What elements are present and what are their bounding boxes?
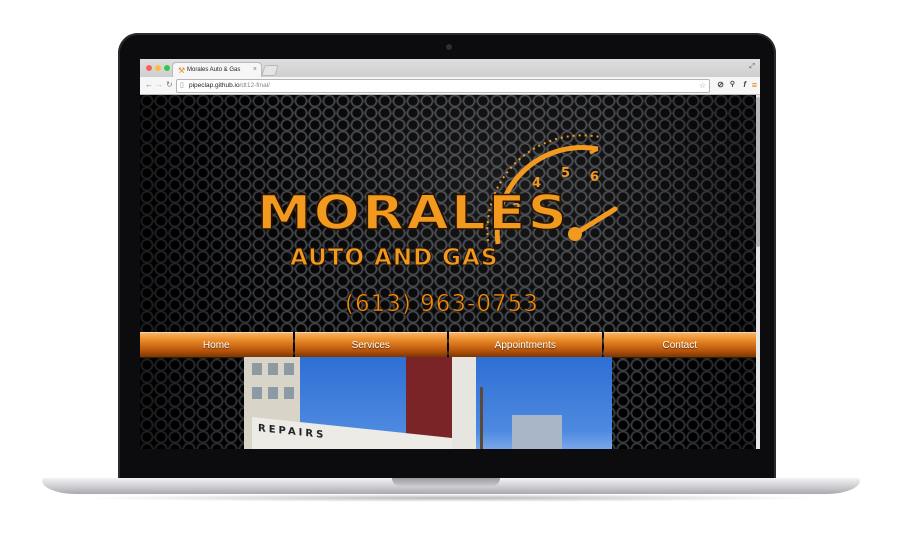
tab-title: Morales Auto & Gas [187, 67, 241, 73]
reload-icon[interactable]: ↻ [166, 80, 173, 90]
window-close-button[interactable] [146, 65, 152, 71]
wrench-icon: ⚒ [178, 66, 186, 75]
nav-appointments[interactable]: Appointments [449, 332, 602, 358]
nav-home[interactable]: Home [140, 332, 293, 358]
forward-icon[interactable]: → [155, 80, 163, 90]
tab-strip: ⚒ Morales Auto & Gas × ⤢ [140, 59, 760, 78]
laptop-notch [392, 478, 500, 486]
address-bar[interactable]: ▯ pipeclap.github.io/dt12-final/ ☆ [176, 79, 710, 93]
url-path: /dt12-final/ [239, 82, 270, 89]
gauge-number: 6 [590, 170, 599, 185]
browser-tab[interactable]: ⚒ Morales Auto & Gas × [172, 62, 262, 78]
back-icon[interactable]: ← [145, 80, 153, 90]
laptop-shadow [80, 494, 822, 502]
logo-title: MORALES [256, 186, 570, 241]
photo-building-right [512, 415, 562, 449]
site-logo[interactable]: 3 4 5 6 MORALES AUTO AND GAS (613) 963-0… [140, 95, 756, 333]
close-icon[interactable]: × [253, 65, 257, 74]
phone-number: (613) 963-0753 [345, 291, 539, 318]
new-tab-button[interactable] [261, 65, 279, 76]
nav-services[interactable]: Services [294, 332, 447, 358]
window-minimize-button[interactable] [155, 65, 161, 71]
url-text[interactable]: pipeclap.github.io/dt12-final/ [189, 82, 270, 90]
photo-pole [480, 387, 483, 449]
gauge-number: 5 [561, 166, 570, 181]
url-host: pipeclap.github.io [189, 82, 240, 89]
ssl-extension-icon[interactable]: ⚲ [730, 80, 735, 90]
nav-contact[interactable]: Contact [603, 332, 756, 358]
page-icon: ▯ [180, 82, 184, 89]
block-extension-icon[interactable]: ⊘ [717, 80, 724, 90]
photo-column [452, 357, 476, 449]
page-viewport: 3 4 5 6 MORALES AUTO AND GAS (613) 963-0… [140, 95, 756, 449]
site-nav: Home Services Appointments Contact [140, 332, 756, 358]
browser-toolbar: ← → ↻ ▯ pipeclap.github.io/dt12-final/ ☆… [140, 77, 760, 95]
font-extension-icon[interactable]: f [743, 80, 746, 90]
bookmark-star-icon[interactable]: ☆ [699, 81, 706, 90]
fullscreen-icon[interactable]: ⤢ [749, 63, 755, 71]
hero-photo: REPAIRS [244, 357, 612, 449]
window-maximize-button[interactable] [164, 65, 170, 71]
scrollbar[interactable] [756, 95, 760, 449]
menu-icon[interactable]: ≡ [752, 80, 757, 90]
logo-subtitle: AUTO AND GAS [289, 245, 499, 272]
scroll-thumb[interactable] [756, 97, 760, 247]
screen: ⚒ Morales Auto & Gas × ⤢ ← → ↻ ▯ pipecla… [140, 59, 760, 449]
camera-icon [446, 44, 452, 50]
